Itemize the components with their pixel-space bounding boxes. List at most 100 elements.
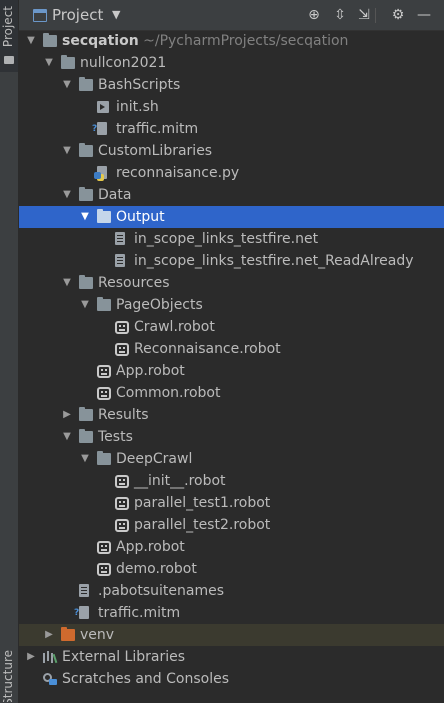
tree-row[interactable]: ▼ BashScripts <box>19 74 444 96</box>
tree-row[interactable]: ▼ Resources <box>19 272 444 294</box>
tree-row[interactable]: App.robot <box>19 360 444 382</box>
header-divider <box>375 8 376 23</box>
tree-row[interactable]: parallel_test1.robot <box>19 492 444 514</box>
chevron-right-icon[interactable]: ▶ <box>61 404 73 426</box>
tree-row[interactable]: ▼ CustomLibraries <box>19 140 444 162</box>
tree-item-label: in_scope_links_testfire.net <box>134 231 319 247</box>
settings-gear-icon[interactable]: ⚙ <box>387 4 409 26</box>
tree-row[interactable]: in_scope_links_testfire.net <box>19 228 444 250</box>
tree-row[interactable]: ▶ External Libraries <box>19 646 444 668</box>
tree-row[interactable]: init.sh <box>19 96 444 118</box>
tree-row[interactable]: .pabotsuitenames <box>19 580 444 602</box>
tree-row[interactable]: Common.robot <box>19 382 444 404</box>
tree-row[interactable]: ▼ Output <box>19 206 444 228</box>
tree-item-label: __init__.robot <box>134 473 226 489</box>
tree-row[interactable]: ▼ Tests <box>19 426 444 448</box>
tree-row[interactable]: __init__.robot <box>19 470 444 492</box>
chevron-down-icon[interactable]: ▼ <box>61 74 73 96</box>
chevron-down-icon[interactable]: ▼ <box>43 52 55 74</box>
chevron-down-icon[interactable]: ▼ <box>79 294 91 316</box>
tree-item-label: nullcon2021 <box>80 55 167 71</box>
project-root-name: secqation <box>62 33 139 49</box>
chevron-down-icon[interactable]: ▼ <box>25 30 37 52</box>
folder-icon <box>79 143 93 157</box>
chevron-right-icon[interactable]: ▶ <box>25 646 37 668</box>
tree-row[interactable]: parallel_test2.robot <box>19 514 444 536</box>
tree-item-label: venv <box>80 627 115 643</box>
tree-row[interactable]: App.robot <box>19 536 444 558</box>
tree-item-label: App.robot <box>116 363 185 379</box>
tree-row[interactable]: ▼ nullcon2021 <box>19 52 444 74</box>
tree-item-label: PageObjects <box>116 297 203 313</box>
tree-item-label: Scratches and Consoles <box>62 671 229 687</box>
project-tree: ▼ secqation ~/PycharmProjects/secqation ▼ n… <box>19 30 444 690</box>
chevron-right-icon[interactable]: ▶ <box>43 624 55 646</box>
chevron-down-icon[interactable]: ▼ <box>61 272 73 294</box>
robot-file-icon <box>97 541 111 554</box>
chevron-down-icon[interactable]: ▼ <box>79 206 91 228</box>
text-file-icon <box>115 232 125 245</box>
tool-window-strip: Project Structure <box>0 0 19 703</box>
folder-icon <box>79 429 93 443</box>
tree-row[interactable]: in_scope_links_testfire.net_ReadAlready <box>19 250 444 272</box>
library-icon <box>43 651 57 663</box>
tree-item-label: BashScripts <box>98 77 181 93</box>
project-tool-button[interactable]: Project <box>0 0 18 72</box>
project-root-path: ~/PycharmProjects/secqation <box>138 33 349 49</box>
tree-row[interactable]: ▶ Results <box>19 404 444 426</box>
tree-item-label: App.robot <box>116 539 185 555</box>
unknown-file-icon <box>92 122 107 135</box>
view-selector-dropdown-icon[interactable]: ▼ <box>112 8 120 21</box>
tree-row[interactable]: reconnaisance.py <box>19 162 444 184</box>
robot-file-icon <box>115 475 129 488</box>
panel-title[interactable]: Project <box>52 6 103 24</box>
robot-file-icon <box>115 497 129 510</box>
folder-icon <box>97 297 111 311</box>
tree-row[interactable]: Scratches and Consoles <box>19 668 444 690</box>
tree-item-label: CustomLibraries <box>98 143 213 159</box>
tree-item-label: traffic.mitm <box>98 605 181 621</box>
tree-item-label: demo.robot <box>116 561 197 577</box>
robot-file-icon <box>97 365 111 378</box>
tree-row[interactable]: Crawl.robot <box>19 316 444 338</box>
locate-file-icon[interactable]: ⊕ <box>303 4 325 26</box>
chevron-down-icon[interactable]: ▼ <box>61 426 73 448</box>
tree-item-label: Data <box>98 187 132 203</box>
structure-tool-label: Structure <box>1 650 15 702</box>
chevron-down-icon[interactable]: ▼ <box>61 184 73 206</box>
hide-panel-icon[interactable]: — <box>413 4 435 26</box>
chevron-down-icon[interactable]: ▼ <box>79 448 91 470</box>
project-view-icon <box>33 9 47 22</box>
folder-icon <box>97 209 111 223</box>
tree-row[interactable]: Reconnaisance.robot <box>19 338 444 360</box>
project-panel-header: Project ▼ ⊕ ⇳ ⇲ ⚙ — <box>19 0 444 31</box>
expand-all-icon[interactable]: ⇳ <box>329 4 351 26</box>
structure-tool-button[interactable]: Structure <box>1 650 15 702</box>
tree-row[interactable]: ▼ PageObjects <box>19 294 444 316</box>
unknown-file-icon <box>74 606 89 619</box>
folder-icon <box>4 56 14 64</box>
tree-item-label: secqation ~/PycharmProjects/secqation <box>62 30 348 52</box>
folder-icon <box>79 407 93 421</box>
robot-file-icon <box>97 387 111 400</box>
tree-item-label: Reconnaisance.robot <box>134 341 281 357</box>
folder-icon <box>79 187 93 201</box>
tree-item-label: init.sh <box>116 99 159 115</box>
chevron-down-icon[interactable]: ▼ <box>61 140 73 162</box>
tree-row[interactable]: ▼ Data <box>19 184 444 206</box>
tree-row[interactable]: ▶ venv <box>19 624 444 646</box>
tree-item-label: parallel_test2.robot <box>134 517 271 533</box>
folder-icon <box>79 77 93 91</box>
project-tool-label: Project <box>1 6 15 48</box>
tree-row[interactable]: ▼ secqation ~/PycharmProjects/secqation <box>19 30 444 52</box>
robot-file-icon <box>115 321 129 334</box>
folder-icon <box>97 451 111 465</box>
robot-file-icon <box>97 563 111 576</box>
tree-row[interactable]: traffic.mitm <box>19 118 444 140</box>
tree-row[interactable]: demo.robot <box>19 558 444 580</box>
tree-row[interactable]: traffic.mitm <box>19 602 444 624</box>
tree-item-label: Crawl.robot <box>134 319 215 335</box>
collapse-all-icon[interactable]: ⇲ <box>353 4 375 26</box>
tree-row[interactable]: ▼ DeepCrawl <box>19 448 444 470</box>
tree-item-label: traffic.mitm <box>116 121 199 137</box>
